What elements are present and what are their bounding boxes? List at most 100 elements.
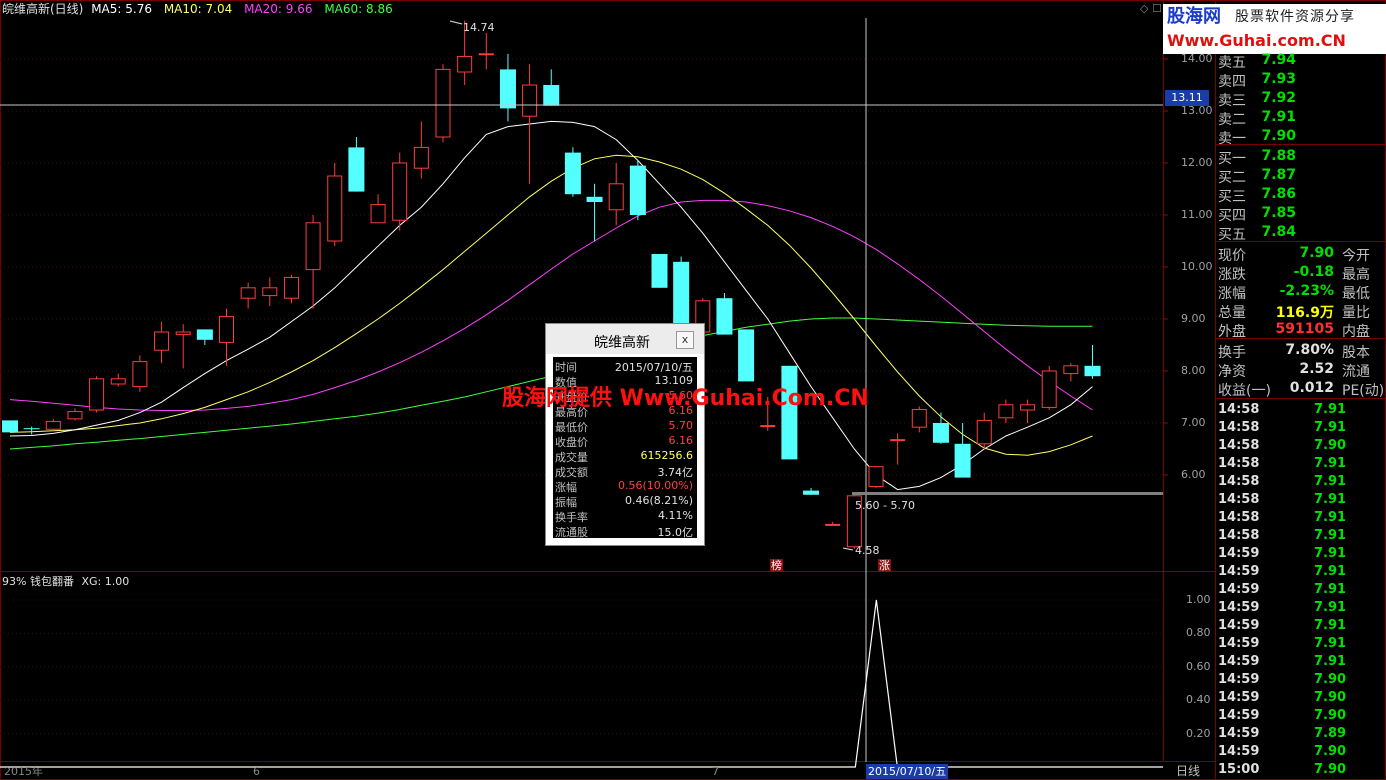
quote-row: 净资 2.52 流通 <box>1218 359 1386 380</box>
indicator-xg: XG: 1.00 <box>81 575 130 588</box>
tick-time: 14:58 <box>1218 474 1260 489</box>
candle-body <box>392 162 408 221</box>
stock-title: 皖维高新(日线) <box>2 2 84 16</box>
indicator-axis-label: 0.80 <box>1186 626 1211 640</box>
candle-info-popup[interactable]: 皖维高新 x 时间 2015/07/10/五 数值 13.109 开盘价 5.60 最高价 6… <box>545 323 705 546</box>
candle-body <box>370 204 386 224</box>
tick-row: 14:59 7.90 <box>1218 688 1386 706</box>
candle-body <box>522 84 538 117</box>
candle-body <box>911 408 927 428</box>
low-annotation: 4.58 <box>855 544 880 557</box>
limit-up-badge[interactable]: 涨 <box>878 559 891 572</box>
candle-body <box>435 68 451 138</box>
signal-line <box>0 599 1163 768</box>
popup-titlebar[interactable]: 皖维高新 x <box>546 324 704 354</box>
date-label-6: 6 <box>253 765 260 778</box>
candle-body <box>954 443 971 478</box>
tick-row: 14:59 7.90 <box>1218 706 1386 724</box>
period-button[interactable]: 日线 <box>1176 765 1200 777</box>
popup-row-value: 0.56(10.00%) <box>617 479 693 492</box>
popup-row: 涨幅 0.56(10.00%) <box>553 477 697 494</box>
ask-label: 卖一 <box>1218 131 1246 147</box>
ask-price: 7.92 <box>1261 90 1296 106</box>
tick-time: 14:59 <box>1218 744 1260 759</box>
candle-body <box>608 183 624 211</box>
price-axis-label: 13.00 <box>1181 104 1213 117</box>
ask-price: 7.91 <box>1261 109 1296 125</box>
tick-row: 14:59 7.91 <box>1218 634 1386 652</box>
tick-time: 15:00 <box>1218 762 1260 777</box>
tick-time: 14:58 <box>1218 528 1260 543</box>
tick-time: 14:59 <box>1218 600 1260 615</box>
indicator-axis-label: 0.40 <box>1186 693 1211 707</box>
candle-body <box>305 222 321 271</box>
indicator-axis-label: 1.00 <box>1186 593 1211 606</box>
candle-body <box>1041 370 1057 408</box>
indicator-title: 93% 钱包翻番 <box>2 575 74 588</box>
candle-body <box>348 147 365 192</box>
quote-label: 收益(一) <box>1218 383 1271 399</box>
ask-row: 卖一 7.90 <box>1218 126 1386 147</box>
bid-price: 7.88 <box>1261 148 1296 164</box>
candle-body <box>196 329 213 340</box>
tick-price: 7.91 <box>1314 456 1347 471</box>
bid-row: 买一 7.88 <box>1218 146 1386 167</box>
popup-row: 流通股 15.0亿 <box>553 522 697 539</box>
ask-row: 卖四 7.93 <box>1218 69 1386 90</box>
tick-time: 14:59 <box>1218 690 1260 705</box>
candle-body <box>586 196 603 202</box>
candle-body <box>67 411 83 420</box>
logo-brand: 股海网 <box>1167 6 1221 27</box>
bid-price: 7.86 <box>1261 186 1296 202</box>
quote-label: 外盘 <box>1218 324 1246 340</box>
candle-body <box>868 466 884 487</box>
popup-row: 换手率 4.11% <box>553 507 697 524</box>
tick-price: 7.91 <box>1314 528 1347 543</box>
bid-row: 买四 7.85 <box>1218 203 1386 224</box>
tick-row: 15:00 7.90 <box>1218 760 1386 778</box>
ma5-label: MA5: 5.76 <box>91 2 152 16</box>
quote-row: 收益(一) 0.012 PE(动) <box>1218 378 1386 399</box>
price-axis-label: 11.00 <box>1181 208 1213 221</box>
quote-value: 2.52 <box>1299 361 1334 377</box>
ma10-label: MA10: 7.04 <box>163 2 233 16</box>
candle-body <box>413 146 429 169</box>
quote-label2: 内盘 <box>1342 324 1370 340</box>
candle-body <box>673 261 690 332</box>
tick-price: 7.91 <box>1314 564 1347 579</box>
bid-row: 买三 7.86 <box>1218 184 1386 205</box>
quote-value: 7.90 <box>1299 245 1334 261</box>
close-icon[interactable]: x <box>676 331 694 349</box>
quote-row: 现价 7.90 今开 <box>1218 243 1386 264</box>
tick-price: 7.91 <box>1314 510 1347 525</box>
tick-row: 14:58 7.91 <box>1218 526 1386 544</box>
candle-body <box>240 287 256 299</box>
tick-time: 14:59 <box>1218 618 1260 633</box>
popup-title: 皖维高新 <box>594 335 650 351</box>
tick-row: 14:59 7.90 <box>1218 742 1386 760</box>
candle-body <box>564 152 581 195</box>
tick-time: 14:58 <box>1218 510 1260 525</box>
candle-body <box>132 361 148 388</box>
tick-row: 14:58 7.91 <box>1218 472 1386 490</box>
price-axis-label: 7.00 <box>1181 416 1206 429</box>
high-annotation: 14.74 <box>463 21 495 34</box>
candle-body <box>825 523 841 526</box>
ma60-label: MA60: 8.86 <box>324 2 393 16</box>
price-axis-label: 12.00 <box>1181 156 1213 169</box>
quote-value: 591105 <box>1275 321 1334 337</box>
cursor-date: 2015/07/10/五 <box>866 764 949 779</box>
date-label-year: 2015年 <box>4 765 43 778</box>
ask-row: 卖五 7.94 <box>1218 50 1386 71</box>
candle-body <box>738 329 755 382</box>
tick-price: 7.91 <box>1314 654 1347 669</box>
tick-price: 7.91 <box>1314 600 1347 615</box>
tick-time: 14:59 <box>1218 672 1260 687</box>
tick-row: 14:59 7.91 <box>1218 652 1386 670</box>
popup-row: 时间 2015/07/10/五 <box>553 357 697 374</box>
tick-price: 7.91 <box>1314 618 1347 633</box>
rank-badge[interactable]: 榜 <box>770 559 783 572</box>
tick-price: 7.91 <box>1314 546 1347 561</box>
bid-row: 买二 7.87 <box>1218 165 1386 186</box>
indicator-axis-label: 0.60 <box>1186 659 1211 673</box>
